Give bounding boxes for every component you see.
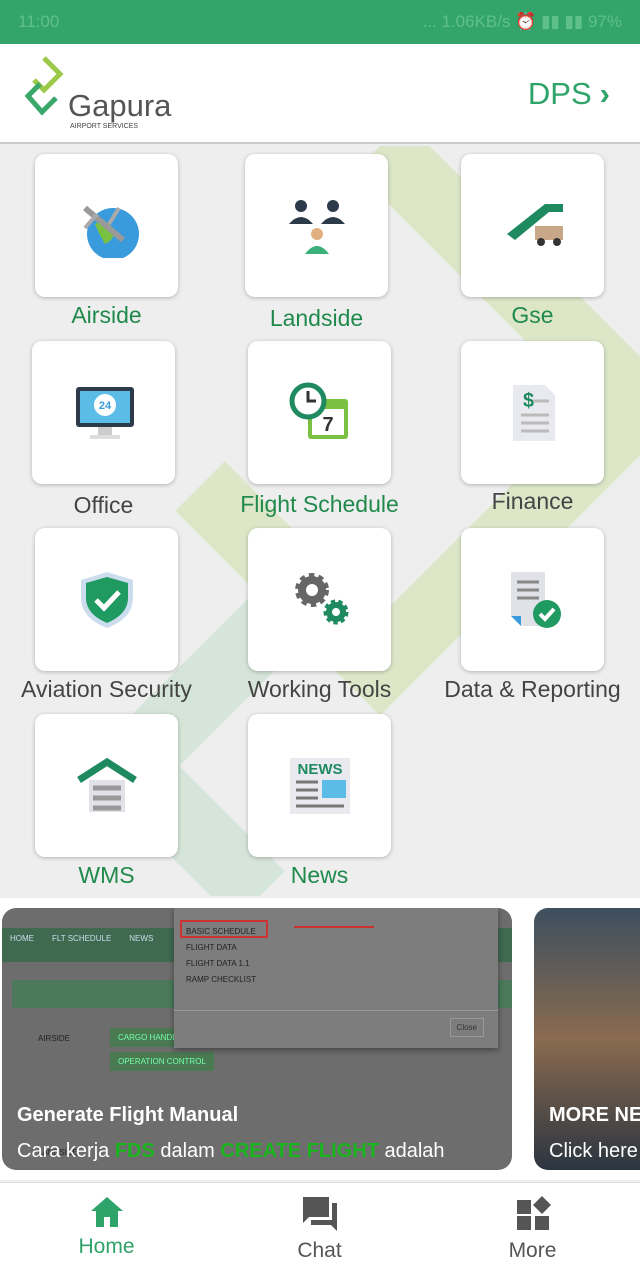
nav-label: Chat <box>297 1239 342 1262</box>
time: 11:00 <box>18 12 60 31</box>
card-title: MORE NEWS <box>549 1104 640 1126</box>
invoice-icon: $ <box>512 384 555 441</box>
menu-tile-finance[interactable]: $ <box>461 341 604 484</box>
menu-tile-airside[interactable] <box>35 154 178 297</box>
nav-home[interactable]: Home <box>0 1195 213 1259</box>
logo-text: Gapura <box>68 88 172 123</box>
svg-text:7: 7 <box>322 414 333 436</box>
gears-icon <box>294 572 348 624</box>
shot-button: OPERATION CONTROL <box>110 1052 214 1071</box>
stair-truck-icon <box>506 203 563 246</box>
menu-tile-flight-schedule[interactable]: 7 <box>248 341 391 484</box>
menu-tile-gse[interactable] <box>461 154 604 297</box>
svg-text:$: $ <box>523 390 534 412</box>
card-subtitle: Cara kerja FDS dalam CREATE FLIGHT adala… <box>17 1140 445 1162</box>
bottom-nav: Home Chat More <box>0 1182 640 1280</box>
menu-tile-aviation-security[interactable] <box>35 528 178 671</box>
station-selector[interactable]: DPS › <box>528 76 610 112</box>
shot-dialog: BASIC SCHEDULE FLIGHT DATA FLIGHT DATA 1.1… <box>174 908 498 1048</box>
plane-globe-icon <box>82 205 139 258</box>
shot-menu-item: BASIC SCHEDULE <box>186 927 256 936</box>
menu-grid: Airside Landside Gse 24 Office 7 Flight Schedu… <box>0 146 640 896</box>
menu-label: Finance <box>491 488 574 514</box>
monitor-24-icon: 24 <box>75 386 134 439</box>
widgets-icon <box>516 1196 551 1230</box>
warehouse-icon <box>76 757 137 812</box>
logo-subtext: AIRPORT SERVICES <box>70 123 139 130</box>
shot-row: AIRSIDE <box>38 1034 71 1043</box>
menu-tile-landside[interactable] <box>245 154 388 297</box>
svg-text:NEWS: NEWS <box>297 761 342 778</box>
shot-nav: FLT SCHEDULE <box>52 934 112 943</box>
menu-tile-wms[interactable] <box>35 714 178 857</box>
news-card[interactable]: HOME FLT SCHEDULE NEWS AIRSIDE CARGO HANDL… <box>2 908 512 1170</box>
gapura-logo <box>24 56 64 116</box>
menu-label: Aviation Security <box>21 676 192 702</box>
menu-tile-office[interactable]: 24 <box>32 341 175 484</box>
network-speed: ... 1.06KB/s <box>422 12 511 31</box>
menu-label: Working Tools <box>247 676 392 702</box>
shot-close: Close <box>449 1018 484 1037</box>
nav-more[interactable]: More <box>426 1195 639 1263</box>
shot-menu-item: FLIGHT DATA 1.1 <box>186 959 250 968</box>
menu-tile-news[interactable]: NEWS <box>248 714 391 857</box>
menu-label: Office <box>73 492 134 518</box>
nav-chat[interactable]: Chat <box>213 1195 426 1263</box>
station-code: DPS <box>527 76 592 111</box>
chevron-right-icon: › <box>599 76 610 111</box>
card-subtitle: Click here <box>549 1140 638 1162</box>
news-carousel: HOME FLT SCHEDULE NEWS AIRSIDE CARGO HANDL… <box>0 898 640 1180</box>
chat-icon <box>302 1197 337 1231</box>
menu-label: Landside <box>269 305 364 331</box>
shot-nav: HOME <box>10 934 34 943</box>
svg-text:24: 24 <box>98 400 111 412</box>
menu-tile-working-tools[interactable] <box>248 528 391 671</box>
menu-label: WMS <box>78 862 135 888</box>
app-header: Gapura AIRPORT SERVICES DPS › <box>0 44 640 144</box>
menu-label: News <box>290 862 349 888</box>
shot-nav: NEWS <box>129 934 154 943</box>
shot-menu-item: RAMP CHECKLIST <box>186 975 257 984</box>
report-check-icon <box>510 571 561 628</box>
menu-label: Airside <box>71 302 142 328</box>
card-title: Generate Flight Manual <box>17 1104 239 1126</box>
clock-calendar-icon: 7 <box>289 382 348 439</box>
nav-label: More <box>508 1239 557 1262</box>
shield-check-icon <box>80 571 133 628</box>
nav-label: Home <box>78 1235 135 1258</box>
shot-menu-item: FLIGHT DATA <box>186 943 237 952</box>
news-card[interactable]: MORE NEWS Click here <box>534 908 640 1170</box>
people-icon <box>288 199 345 254</box>
battery: 97% <box>587 12 622 31</box>
newspaper-icon: NEWS <box>289 757 350 814</box>
menu-label: Data & Reporting <box>444 676 621 702</box>
menu-tile-data-reporting[interactable] <box>461 528 604 671</box>
home-icon <box>90 1197 123 1227</box>
status-bar: 11:00 ... 1.06KB/s ⏰ ▮▮ ▮▮ 97% <box>0 0 640 44</box>
menu-label: Flight Schedule <box>240 491 399 517</box>
menu-label: Gse <box>511 302 554 328</box>
